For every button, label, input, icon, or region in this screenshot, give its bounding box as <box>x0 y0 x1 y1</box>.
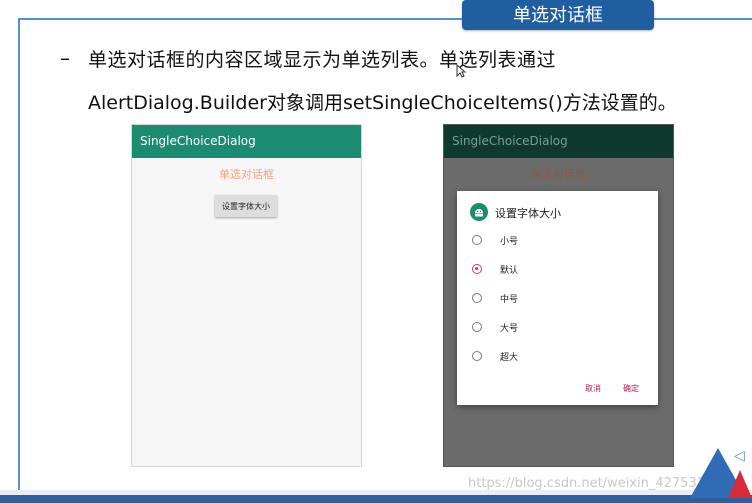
radio-unchecked-icon[interactable] <box>472 293 482 303</box>
android-icon <box>470 203 488 221</box>
prev-arrow-icon[interactable]: ◁ <box>734 448 745 464</box>
bullet-text-line2: AlertDialog.Builder对象调用setSingleChoiceIt… <box>88 92 677 114</box>
slide-title: 单选对话框 <box>462 0 654 30</box>
radio-option-default[interactable]: 默认 <box>472 260 652 280</box>
app-title-bar-dimmed: SingleChoiceDialog <box>444 125 673 158</box>
dialog-title: 设置字体大小 <box>495 207 561 220</box>
radio-unchecked-icon[interactable] <box>472 322 482 332</box>
option-label: 默认 <box>500 266 519 276</box>
radio-option-small[interactable]: 小号 <box>472 231 652 251</box>
app-title-bar: SingleChoiceDialog <box>132 125 361 158</box>
ok-button[interactable]: 确定 <box>623 383 639 394</box>
radio-unchecked-icon[interactable] <box>472 235 482 245</box>
screen-label: 单选对话框 <box>219 168 274 181</box>
radio-unchecked-icon[interactable] <box>472 351 482 361</box>
radio-checked-icon[interactable] <box>472 264 482 274</box>
mouse-cursor-icon <box>456 64 466 78</box>
cancel-button[interactable]: 取消 <box>585 383 601 394</box>
radio-option-medium[interactable]: 中号 <box>472 289 652 309</box>
corner-decoration-red <box>728 470 752 498</box>
option-label: 小号 <box>500 237 519 247</box>
screen-label-dimmed: 单选对话框 <box>531 168 586 181</box>
radio-option-extra-large[interactable]: 超大 <box>472 347 652 367</box>
radio-option-large[interactable]: 大号 <box>472 318 652 338</box>
option-label: 大号 <box>500 324 519 334</box>
slide-footer-bar <box>0 490 752 503</box>
single-choice-dialog: 设置字体大小 小号 默认 中号 大号 超大 取消 确定 <box>457 191 658 405</box>
option-label: 超大 <box>500 353 519 363</box>
set-font-size-button[interactable]: 设置字体大小 <box>215 195 277 217</box>
phone-screen-initial: SingleChoiceDialog 单选对话框 设置字体大小 <box>131 124 362 467</box>
bullet-dash: – <box>60 46 70 70</box>
watermark: https://blog.csdn.net/weixin_42753193 <box>468 476 722 491</box>
bullet-text-line1: 单选对话框的内容区域显示为单选列表。单选列表通过 <box>88 49 557 71</box>
slide-border-left <box>18 18 20 490</box>
option-label: 中号 <box>500 295 519 305</box>
phone-screen-dialog: SingleChoiceDialog 单选对话框 设置字体大小 小号 默认 中号… <box>443 124 674 467</box>
